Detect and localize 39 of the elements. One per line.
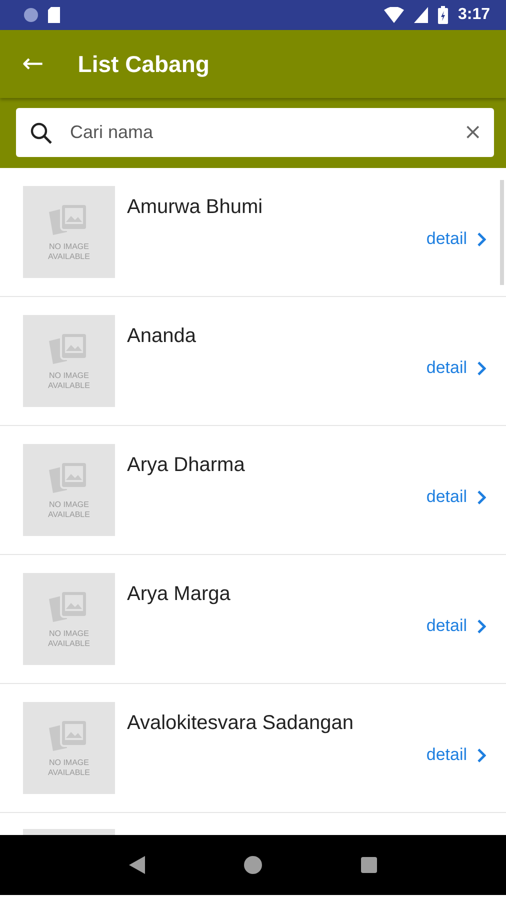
placeholder-caption: NO IMAGE AVAILABLE xyxy=(47,371,91,391)
status-time: 3:17 xyxy=(458,6,490,24)
detail-link[interactable]: detail xyxy=(426,487,486,507)
branch-name: Avalokitesvara Sadangan xyxy=(127,712,354,735)
home-nav-button[interactable] xyxy=(244,856,262,874)
branch-name: Arya Dharma xyxy=(127,454,246,477)
chevron-icon xyxy=(477,490,486,504)
placeholder-caption: NO IMAGE AVAILABLE xyxy=(47,629,91,649)
branch-row[interactable]: NO IMAGE AVAILABLE Arya Marga detail xyxy=(0,555,506,684)
search-icon xyxy=(30,122,52,144)
branch-row[interactable]: NO IMAGE AVAILABLE Amurwa Bhumi detail xyxy=(0,168,506,297)
notification-dot-icon xyxy=(24,8,38,22)
screen-title: List Cabang xyxy=(78,50,210,78)
signal-icon xyxy=(414,7,428,23)
sd-card-icon xyxy=(48,7,60,23)
recents-nav-button[interactable] xyxy=(360,857,377,873)
chevron-icon xyxy=(477,232,486,246)
detail-link[interactable]: detail xyxy=(426,616,486,636)
chevron-icon xyxy=(477,748,486,762)
detail-link[interactable]: detail xyxy=(426,358,486,378)
branch-row[interactable]: NO IMAGE AVAILABLE Ananda detail xyxy=(0,297,506,426)
battery-icon xyxy=(438,6,448,24)
search-field[interactable]: Cari nama × xyxy=(16,108,494,157)
branch-row[interactable]: NO IMAGE AVAILABLE Arya Dharma detail xyxy=(0,426,506,555)
clear-button[interactable]: × xyxy=(464,120,482,145)
branch-name: Amurwa Bhumi xyxy=(127,196,264,219)
chevron-icon xyxy=(477,618,486,634)
wifi-icon xyxy=(384,7,404,23)
placeholder-caption: NO IMAGE AVAILABLE xyxy=(47,758,91,778)
branch-name: Ananda xyxy=(127,325,197,348)
placeholder-caption: NO IMAGE AVAILABLE xyxy=(47,242,91,262)
back-nav-button[interactable] xyxy=(129,856,146,874)
branch-name: Arya Marga xyxy=(127,583,232,606)
placeholder-caption: NO IMAGE AVAILABLE xyxy=(47,500,91,520)
back-button[interactable]: ← xyxy=(22,51,44,77)
branch-row[interactable]: NO IMAGE AVAILABLE Avalokitesvara Sadangan detail xyxy=(0,684,506,813)
detail-link[interactable]: detail xyxy=(426,745,486,765)
detail-link[interactable]: detail xyxy=(426,229,486,249)
chevron-icon xyxy=(477,360,486,376)
